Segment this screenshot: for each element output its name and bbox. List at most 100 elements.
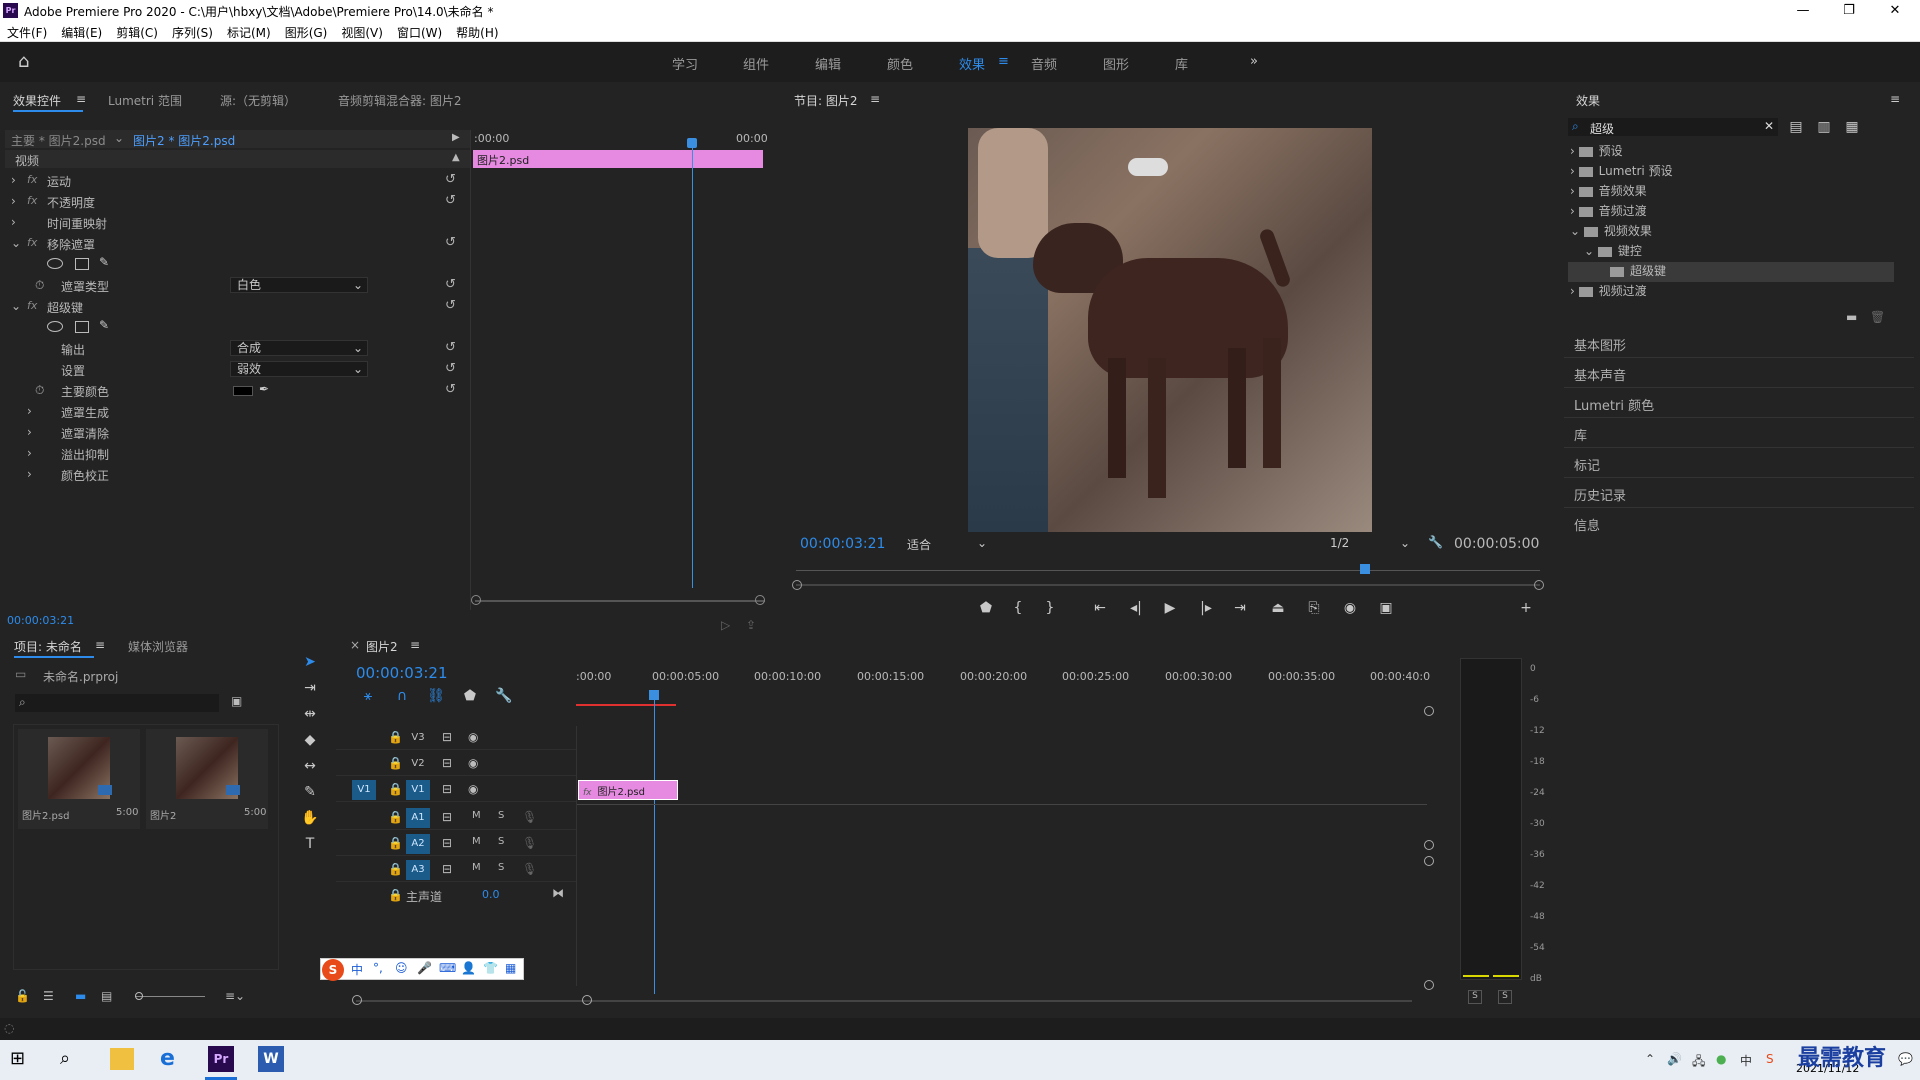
rectangle-mask-icon[interactable] — [75, 258, 89, 270]
timeline-timecode[interactable]: 00:00:03:21 — [356, 664, 448, 682]
premiere-taskbar-icon[interactable]: Pr — [208, 1046, 234, 1072]
source-patch-v1[interactable]: V1 — [352, 780, 376, 800]
sequence-clip-label[interactable]: 图片2 * 图片2.psd — [133, 132, 235, 149]
ultra-key-row[interactable]: ⌄ fx 超级键 ↺ — [5, 296, 470, 317]
close-icon[interactable]: ✕ — [1872, 0, 1918, 22]
pen-mask-icon[interactable]: ✎ — [99, 255, 109, 269]
project-search-input[interactable]: ⌕ — [15, 694, 219, 712]
export-icon[interactable]: ⇪ — [746, 618, 756, 632]
vertical-zoom-handle[interactable] — [1424, 840, 1434, 850]
mute-button[interactable]: M — [472, 810, 481, 821]
extract-icon[interactable]: ⎘ — [1304, 598, 1324, 618]
tree-item-keying[interactable]: ⌄ 键控 — [1564, 242, 1894, 262]
program-timecode[interactable]: 00:00:03:21 — [800, 536, 885, 552]
slip-tool-icon[interactable]: ↔ — [300, 756, 320, 776]
ime-emoji-icon[interactable]: ☺ — [395, 961, 408, 975]
workspace-color[interactable]: 颜色 — [887, 54, 913, 73]
linked-selection-icon[interactable]: ⛓ — [426, 686, 446, 706]
time-remap-row[interactable]: › 时间重映射 — [5, 212, 470, 233]
sync-lock-icon[interactable]: ⊟ — [442, 810, 452, 824]
lock-icon[interactable]: 🔒 — [388, 862, 403, 876]
timeline-ruler[interactable]: :00:00 00:00:05:00 00:00:10:00 00:00:15:… — [576, 664, 1430, 706]
sync-lock-icon[interactable]: ⊟ — [442, 862, 452, 876]
scroll-handle-right[interactable] — [582, 995, 592, 1005]
program-ruler[interactable] — [796, 570, 1540, 571]
program-video-frame[interactable] — [968, 128, 1372, 532]
step-back-icon[interactable]: ◂| — [1126, 598, 1146, 618]
razor-tool-icon[interactable]: ◆ — [300, 730, 320, 750]
ec-scroll-bar[interactable] — [475, 600, 765, 602]
section-lumetri-color[interactable]: Lumetri 颜色 — [1564, 388, 1914, 418]
reset-icon[interactable]: ↺ — [445, 172, 456, 187]
menu-sequence[interactable]: 序列(S) — [165, 22, 220, 41]
output-dropdown[interactable]: 合成 ⌄ — [230, 340, 368, 356]
ime-chinese-mode[interactable]: 中 — [351, 961, 363, 978]
icon-view-icon[interactable]: ▬ — [75, 989, 86, 1003]
eye-icon[interactable]: ◉ — [468, 730, 478, 744]
project-item-psd[interactable]: 图片2.psd 5:00 — [18, 729, 140, 829]
new-bin-icon[interactable]: ▣ — [231, 694, 242, 708]
menu-file[interactable]: 文件(F) — [0, 22, 54, 41]
home-icon[interactable]: ⌂ — [18, 51, 29, 72]
sync-lock-icon[interactable]: ⊟ — [442, 756, 452, 770]
clear-search-icon[interactable]: ✕ — [1764, 119, 1774, 133]
restore-icon[interactable]: ❐ — [1826, 0, 1872, 22]
setting-dropdown[interactable]: 弱效 ⌄ — [230, 361, 368, 377]
effects-search-input[interactable]: 超级 — [1590, 120, 1614, 137]
yuv-effects-icon[interactable]: ▦ — [1842, 117, 1862, 137]
panel-menu-icon[interactable]: ≡ — [410, 638, 420, 652]
matte-generation-row[interactable]: › 遮罩生成 — [5, 401, 470, 422]
pen-mask-icon[interactable]: ✎ — [99, 318, 109, 332]
sync-lock-icon[interactable]: ⊟ — [442, 836, 452, 850]
menu-view[interactable]: 视图(V) — [334, 22, 390, 41]
selection-tool-icon[interactable]: ➤ — [300, 652, 320, 672]
sort-icon[interactable]: ≡⌄ — [225, 989, 245, 1003]
workspace-editing[interactable]: 编辑 — [815, 54, 841, 73]
tree-item-audio-transitions[interactable]: › 音频过渡 — [1564, 202, 1894, 222]
go-to-track-icon[interactable]: ⧓ — [552, 886, 564, 900]
32bit-effects-icon[interactable]: ▥ — [1814, 117, 1834, 137]
reset-icon[interactable]: ↺ — [445, 277, 456, 292]
camera-icon[interactable]: ◉ — [1340, 598, 1360, 618]
tray-chevron-icon[interactable]: ⌃ — [1645, 1052, 1655, 1066]
lock-icon[interactable]: 🔒 — [388, 782, 403, 796]
pen-tool-icon[interactable]: ✎ — [300, 782, 320, 802]
master-clip-label[interactable]: 主要 * 图片2.psd — [11, 132, 106, 149]
mark-out-icon[interactable]: } — [1040, 598, 1060, 618]
reset-icon[interactable]: ↺ — [445, 298, 456, 313]
matte-type-dropdown[interactable]: 白色 ⌄ — [230, 277, 368, 293]
eyedropper-icon[interactable]: ✒ — [259, 382, 269, 396]
minimize-icon[interactable]: — — [1780, 0, 1826, 22]
tray-app-icon[interactable]: ● — [1716, 1052, 1726, 1066]
play-audio-icon[interactable]: ▷ — [721, 618, 730, 632]
timeline-tab[interactable]: 图片2 — [366, 638, 398, 655]
track-select-tool-icon[interactable]: ⇥ — [300, 678, 320, 698]
add-button-icon[interactable]: + — [1516, 598, 1536, 618]
new-bin-icon[interactable]: ▬ — [1846, 310, 1857, 324]
stopwatch-icon[interactable]: ⏱ — [35, 278, 44, 293]
panel-menu-icon[interactable]: ≡ — [1890, 92, 1900, 106]
section-markers[interactable]: 标记 — [1564, 448, 1914, 478]
section-essential-sound[interactable]: 基本声音 — [1564, 358, 1914, 388]
eye-icon[interactable]: ◉ — [468, 756, 478, 770]
ec-clip-bar[interactable]: 图片2.psd — [473, 150, 763, 168]
program-playhead[interactable] — [1360, 564, 1370, 574]
lock-icon[interactable]: 🔒 — [388, 888, 403, 902]
ec-playhead-handle[interactable] — [687, 138, 697, 148]
lock-icon[interactable]: 🔒 — [388, 730, 403, 744]
sogou-tray-icon[interactable]: S — [1766, 1052, 1774, 1066]
workspace-audio[interactable]: 音频 — [1031, 54, 1057, 73]
menu-window[interactable]: 窗口(W) — [390, 22, 449, 41]
tab-audio-clip-mixer[interactable]: 音频剪辑混合器: 图片2 — [338, 92, 462, 109]
motion-row[interactable]: › fx 运动 ↺ — [5, 170, 470, 191]
collapse-arrow-icon[interactable]: ▲ — [452, 152, 460, 163]
ime-skin-icon[interactable]: 👕 — [483, 961, 498, 975]
vertical-zoom-handle[interactable] — [1424, 856, 1434, 866]
vertical-zoom-handle[interactable] — [1424, 980, 1434, 990]
sogou-logo-icon[interactable]: S — [322, 959, 344, 981]
ellipse-mask-icon[interactable] — [47, 321, 63, 332]
add-marker-icon[interactable]: ⬟ — [976, 598, 996, 618]
mute-button[interactable]: M — [472, 836, 481, 847]
nest-sequence-icon[interactable]: ⚹ — [358, 686, 378, 706]
reset-icon[interactable]: ↺ — [445, 193, 456, 208]
